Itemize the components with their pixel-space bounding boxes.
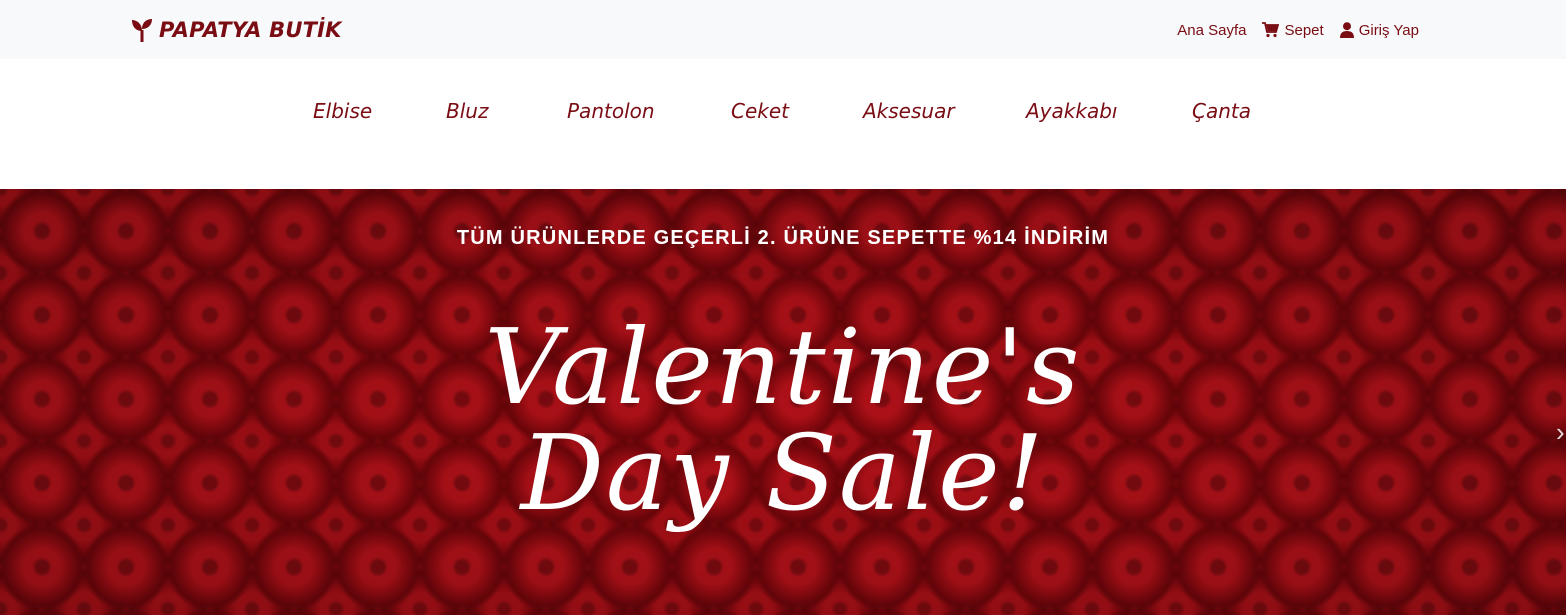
category-nav: Elbise Bluz Pantolon Ceket Aksesuar Ayak…	[0, 59, 1566, 189]
headline-line-1: Valentine's	[484, 306, 1082, 428]
seedling-icon	[132, 19, 152, 42]
category-link-elbise[interactable]: Elbise	[313, 99, 372, 123]
nav-home-link[interactable]: Ana Sayfa	[1177, 22, 1246, 39]
user-icon	[1339, 22, 1354, 38]
category-link-ceket[interactable]: Ceket	[731, 99, 789, 123]
nav-cart-link[interactable]: Sepet	[1262, 21, 1324, 39]
category-link-aksesuar[interactable]: Aksesuar	[863, 99, 955, 123]
nav-home-label: Ana Sayfa	[1177, 21, 1247, 39]
category-link-ayakkabi[interactable]: Ayakkabı	[1026, 99, 1117, 123]
hero-carousel-banner[interactable]: TÜM ÜRÜNLERDE GEÇERLİ 2. ÜRÜNE SEPETTE %…	[0, 189, 1566, 615]
nav-cart-label: Sepet	[1284, 21, 1324, 39]
brand-name: PAPATYA BUTİK	[159, 18, 342, 42]
banner-headline: Valentine's Day Sale!	[0, 314, 1566, 526]
nav-login-link[interactable]: Giriş Yap	[1339, 21, 1419, 39]
headline-line-2: Day Sale!	[520, 412, 1046, 535]
category-link-pantolon[interactable]: Pantolon	[567, 99, 655, 123]
brand-logo[interactable]: PAPATYA BUTİK	[131, 15, 342, 45]
category-link-bluz[interactable]: Bluz	[446, 99, 488, 123]
nav-login-label: Giriş Yap	[1358, 21, 1419, 39]
top-navbar: PAPATYA BUTİK Ana Sayfa Sepet Giriş Yap	[0, 0, 1566, 59]
category-link-canta[interactable]: Çanta	[1192, 99, 1251, 123]
promo-text: TÜM ÜRÜNLERDE GEÇERLİ 2. ÜRÜNE SEPETTE %…	[456, 227, 1110, 249]
top-nav-links: Ana Sayfa Sepet Giriş Yap	[1177, 18, 1419, 42]
cart-icon	[1262, 22, 1280, 38]
carousel-next-icon[interactable]: ›	[1556, 417, 1566, 447]
